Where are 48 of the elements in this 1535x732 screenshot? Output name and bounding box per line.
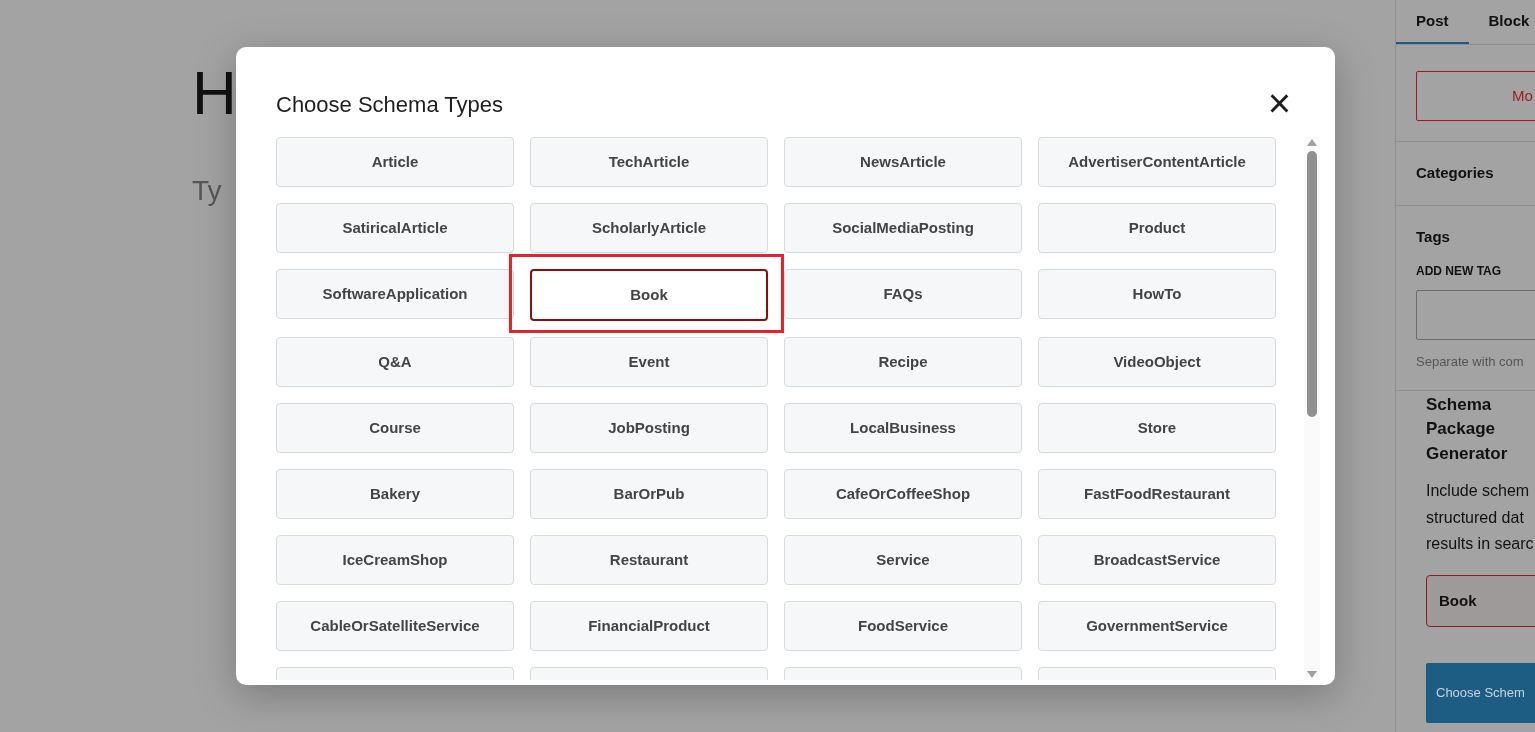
close-button[interactable]: × <box>1263 83 1295 123</box>
schema-option-button[interactable]: VideoObject <box>1038 337 1276 387</box>
schema-option-button[interactable]: TechArticle <box>530 137 768 187</box>
modal-title: Choose Schema Types <box>276 91 504 119</box>
help-text: Separate with com <box>1396 340 1535 391</box>
scroll-down-icon[interactable] <box>1306 670 1318 680</box>
panel-heading[interactable]: Categories <box>1396 141 1535 205</box>
schema-option-button[interactable]: Bakery <box>276 469 514 519</box>
schema-option-button[interactable]: Q&A <box>276 337 514 387</box>
schema-option-button[interactable]: Book <box>530 269 768 321</box>
panel-description: Include schem structured dat results in searc <box>1426 481 1535 554</box>
schema-option-button[interactable]: CableOrSatelliteService <box>276 601 514 651</box>
selected-schema-tag: Book <box>1426 574 1535 627</box>
schema-option-button[interactable]: LocalBusiness <box>784 403 1022 453</box>
scrollbar-thumb[interactable] <box>1307 151 1317 417</box>
schema-option-button[interactable]: BroadcastService <box>1038 535 1276 585</box>
schema-option-button[interactable]: Store <box>1038 403 1276 453</box>
schema-option-button[interactable]: Product <box>1038 203 1276 253</box>
schema-option-button[interactable]: BarOrPub <box>530 469 768 519</box>
schema-option-button[interactable]: Course <box>276 403 514 453</box>
schema-option-button[interactable]: FinancialProduct <box>530 601 768 651</box>
post-title-text: H <box>192 62 237 124</box>
schema-option-button[interactable]: ScholarlyArticle <box>530 203 768 253</box>
schema-option-button[interactable]: FoodService <box>784 601 1022 651</box>
schema-option-button[interactable]: NewsArticle <box>784 137 1022 187</box>
sidebar-tab[interactable]: Post <box>1396 0 1469 44</box>
schema-option-button[interactable]: SatiricalArticle <box>276 203 514 253</box>
schema-option-button[interactable]: Event <box>530 337 768 387</box>
schema-option-button[interactable]: CafeOrCoffeeShop <box>784 469 1022 519</box>
schema-option-button[interactable]: Restaurant <box>530 535 768 585</box>
schema-option-button[interactable]: HowTo <box>1038 269 1276 319</box>
schema-option-button[interactable]: JobPosting <box>530 403 768 453</box>
schema-option-button[interactable]: GovernmentService <box>1038 601 1276 651</box>
schema-option-button[interactable]: Recipe <box>784 337 1022 387</box>
choose-schema-button[interactable]: Choose Schem <box>1426 662 1535 723</box>
body-text: Ty <box>192 174 222 208</box>
schema-option-button[interactable]: Service <box>784 535 1022 585</box>
schema-option-button[interactable]: IceCreamShop <box>276 535 514 585</box>
schema-option-button[interactable]: AdvertiserContentArticle <box>1038 137 1276 187</box>
schema-option-button[interactable]: FastFoodRestaurant <box>1038 469 1276 519</box>
schema-option-button[interactable]: SocialMediaPosting <box>784 203 1022 253</box>
schema-option-button[interactable]: FAQs <box>784 269 1022 319</box>
panel-heading: Schema Package Generator <box>1426 393 1509 465</box>
scroll-up-icon[interactable] <box>1306 137 1318 147</box>
schema-option-button[interactable]: Article <box>276 137 514 187</box>
scrollbar[interactable] <box>1304 137 1320 680</box>
schema-option-button[interactable]: SoftwareApplication <box>276 269 514 319</box>
sidebar-tab[interactable]: Block <box>1468 0 1535 44</box>
